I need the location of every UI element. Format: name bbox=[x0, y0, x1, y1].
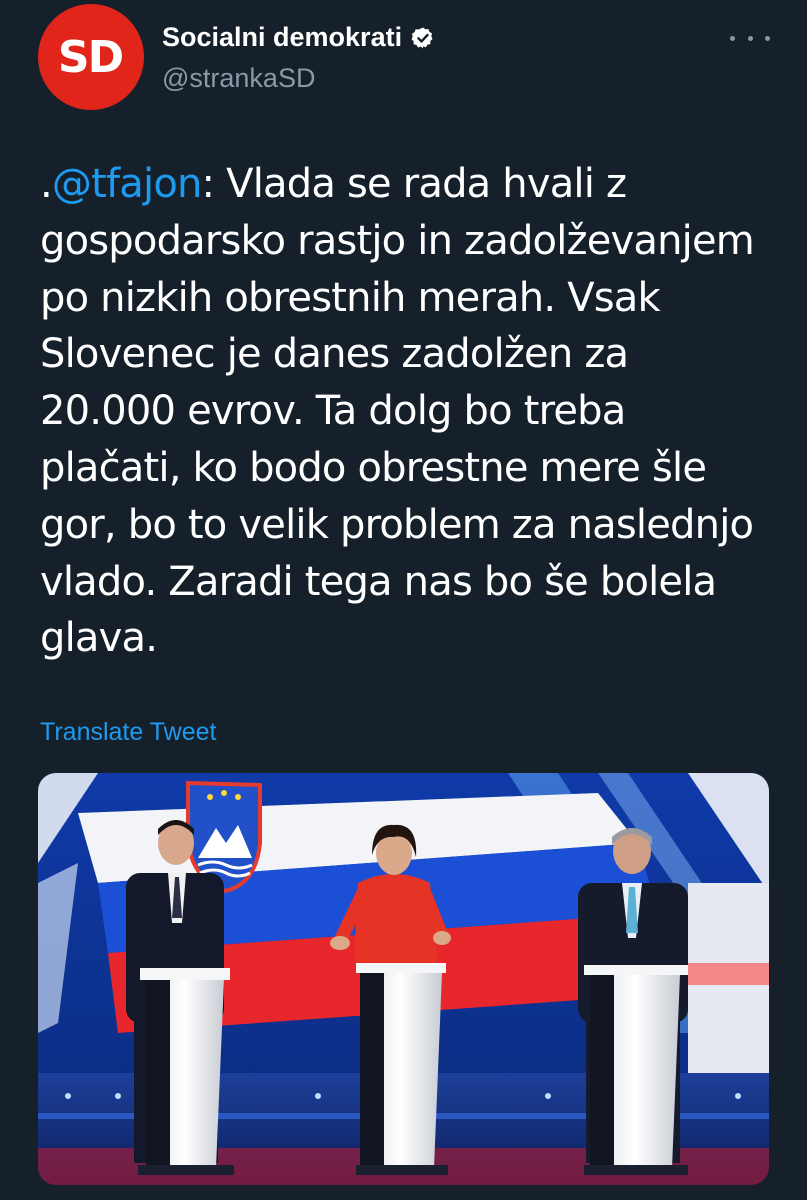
name-row: Socialni demokrati bbox=[162, 22, 435, 53]
tweet-text: .@tfajon: Vlada se rada hvali z gospodar… bbox=[40, 156, 780, 667]
tweet-line: gor, bo to velik problem za naslednjo bbox=[40, 501, 754, 548]
user-handle[interactable]: @strankaSD bbox=[162, 63, 315, 94]
tweet-line: po nizkih obrestnih merah. Vsak bbox=[40, 274, 661, 321]
mention-link[interactable]: @tfajon bbox=[52, 161, 202, 207]
avatar-logo-text: SD bbox=[57, 31, 124, 83]
tweet-line: 20.000 evrov. Ta dolg bo treba bbox=[40, 388, 626, 435]
tweet-line: gospodarsko rastjo in zadolževanjem bbox=[40, 217, 755, 264]
tweet-media-photo[interactable] bbox=[38, 773, 769, 1185]
tweet-prefix: . bbox=[40, 161, 53, 207]
display-name[interactable]: Socialni demokrati bbox=[162, 22, 402, 53]
verified-badge-icon bbox=[411, 26, 435, 50]
tweet-line: Slovenec je danes zadolžen za bbox=[40, 331, 629, 378]
translate-tweet-link[interactable]: Translate Tweet bbox=[40, 718, 216, 747]
avatar[interactable]: SD bbox=[38, 4, 144, 110]
tweet-line-rest: : Vlada se rada hvali z bbox=[201, 161, 627, 207]
tweet-line: glava. bbox=[40, 615, 158, 662]
tweet-line: .@tfajon: Vlada se rada hvali z bbox=[40, 156, 780, 213]
tweet-line: vlado. Zaradi tega nas bo še bolela bbox=[40, 558, 717, 605]
tv-debate-photo bbox=[38, 773, 769, 1185]
more-options-icon[interactable] bbox=[730, 26, 770, 50]
tweet-line: plačati, ko bodo obrestne mere šle bbox=[40, 444, 707, 491]
tweet-card[interactable]: SD Socialni demokrati @strankaSD .@tfajo… bbox=[0, 0, 807, 1200]
